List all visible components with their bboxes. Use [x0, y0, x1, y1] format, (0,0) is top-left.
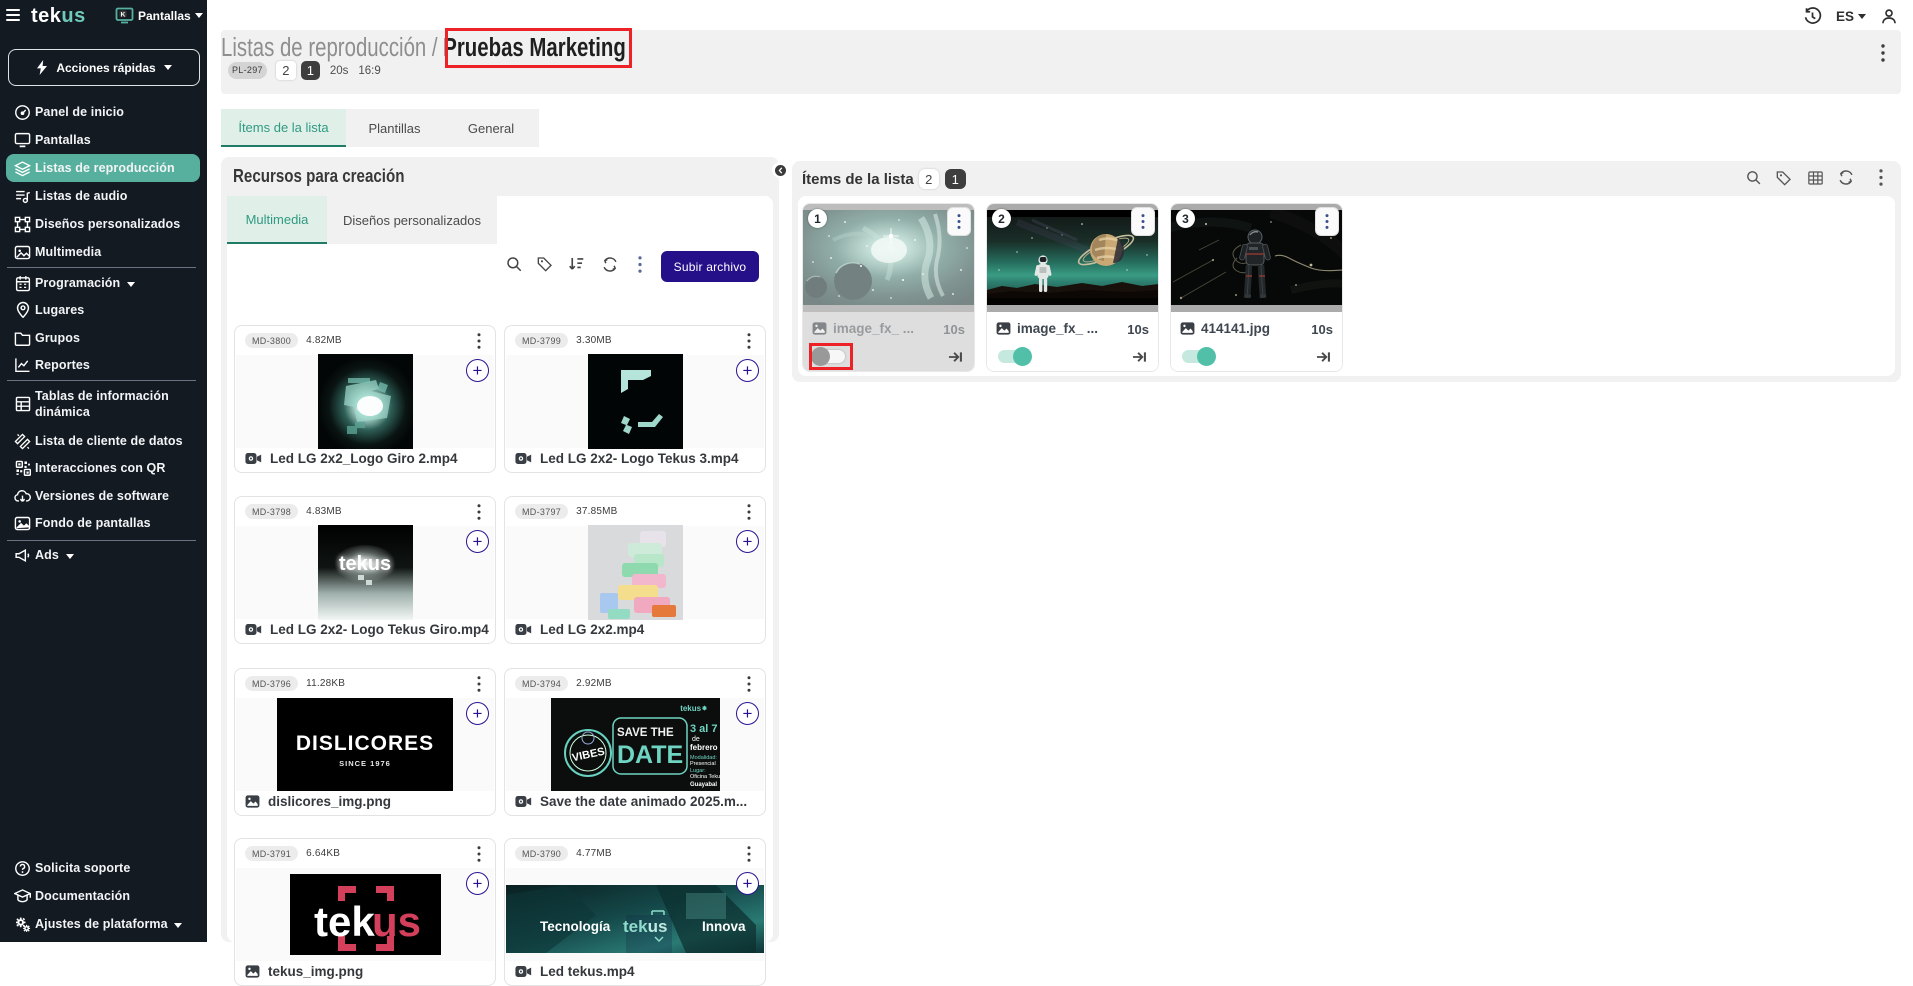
svg-text:SAVE THE: SAVE THE: [617, 727, 674, 739]
svg-text:K: K: [121, 11, 126, 18]
svg-text:3 al 7: 3 al 7: [690, 723, 718, 735]
svg-text:DATE: DATE: [617, 741, 683, 769]
svg-text:de: de: [692, 736, 700, 743]
svg-text:Tecnología: Tecnología: [540, 919, 611, 934]
svg-text:Presencial: Presencial: [690, 761, 716, 767]
svg-text:SINCE 1976: SINCE 1976: [339, 759, 391, 768]
svg-text:us: us: [372, 898, 421, 945]
svg-text:Innova: Innova: [702, 919, 746, 934]
svg-text:tek: tek: [314, 898, 375, 945]
svg-text:DISLICORES: DISLICORES: [296, 732, 434, 755]
svg-text:Oficina Tekus: Oficina Tekus: [690, 774, 720, 780]
svg-text:tekus: tekus: [623, 917, 667, 936]
svg-text:febrero: febrero: [690, 743, 718, 752]
svg-text:tekus⁕: tekus⁕: [680, 704, 708, 713]
svg-text:Guayabal: Guayabal: [690, 782, 717, 788]
svg-text:tekus: tekus: [338, 553, 390, 575]
